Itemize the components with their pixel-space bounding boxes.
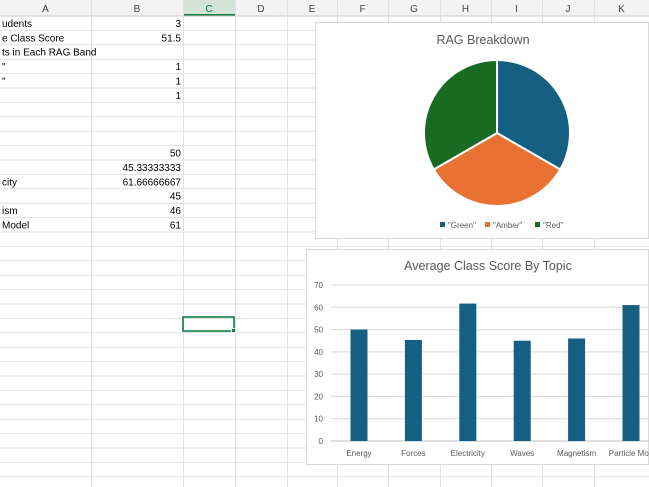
column-header-J[interactable]: J — [566, 4, 571, 15]
cell-b-13[interactable]: 45 — [170, 192, 182, 203]
bar-6[interactable] — [622, 305, 640, 441]
x-tick-3: Electricity — [451, 449, 485, 458]
bar-5[interactable] — [568, 338, 586, 441]
column-header-F[interactable]: F — [359, 4, 365, 15]
cell-b-5[interactable]: 1 — [175, 77, 181, 88]
fill-handle[interactable] — [231, 328, 236, 333]
cell-b-15[interactable]: 61 — [170, 221, 182, 232]
legend-swatch-2 — [485, 222, 490, 227]
legend-label-1: "Green" — [448, 221, 476, 230]
bar-3[interactable] — [459, 303, 477, 441]
y-tick-30: 30 — [314, 370, 323, 379]
legend-label-2: "Amber" — [493, 221, 522, 230]
legend-swatch-3 — [535, 222, 540, 227]
cell-a-12[interactable]: city — [2, 177, 17, 188]
cell-a-4[interactable]: " — [2, 62, 6, 73]
column-header-A[interactable]: A — [42, 4, 49, 15]
pie-chart-svg: RAG Breakdown "Green" "Amber" "Red" — [423, 33, 571, 230]
cell-a-2[interactable]: e Class Score — [2, 33, 65, 44]
column-header-C[interactable]: C — [205, 4, 212, 15]
y-tick-0: 0 — [319, 437, 324, 446]
cell-a-15[interactable]: Model — [2, 221, 29, 232]
cell-b-12[interactable]: 61.66666667 — [123, 177, 182, 188]
y-tick-70: 70 — [314, 281, 323, 290]
rag-breakdown-chart[interactable]: RAG Breakdown "Green" "Amber" "Red" — [315, 22, 649, 239]
bar-chart-title: Average Class Score By Topic — [404, 259, 572, 273]
cell-b-6[interactable]: 1 — [175, 91, 181, 102]
y-tick-40: 40 — [314, 348, 323, 357]
x-tick-1: Energy — [346, 449, 371, 458]
bar-chart-svg: Average Class Score By Topic 0 10 20 30 40 50 6… — [314, 259, 649, 458]
x-tick-2: Forces — [401, 449, 425, 458]
y-tick-20: 20 — [314, 392, 323, 401]
active-cell-selection[interactable] — [182, 316, 235, 332]
x-tick-5: Magnetism — [557, 449, 596, 458]
legend-swatch-1 — [440, 222, 445, 227]
column-header-H[interactable]: H — [462, 4, 469, 15]
x-tick-4: Waves — [510, 449, 534, 458]
y-tick-50: 50 — [314, 326, 323, 335]
column-header-E[interactable]: E — [309, 4, 316, 15]
y-tick-10: 10 — [314, 415, 323, 424]
x-tick-6: Particle Mod — [609, 449, 649, 458]
cell-b-10[interactable]: 50 — [170, 149, 182, 160]
pie-chart-title: RAG Breakdown — [436, 33, 529, 47]
bar-2[interactable] — [404, 339, 422, 441]
cell-a-1[interactable]: udents — [2, 19, 32, 30]
legend-label-3: "Red" — [543, 221, 564, 230]
cell-b-11[interactable]: 45.33333333 — [123, 163, 182, 174]
cell-b-2[interactable]: 51.5 — [162, 33, 182, 44]
column-header-K[interactable]: K — [618, 4, 625, 15]
bar-4[interactable] — [513, 340, 531, 441]
cell-a-14[interactable]: ism — [2, 206, 18, 217]
cell-b-4[interactable]: 1 — [175, 62, 181, 73]
column-header-B[interactable]: B — [134, 4, 141, 15]
column-header-I[interactable]: I — [515, 4, 518, 15]
column-header-D[interactable]: D — [257, 4, 264, 15]
average-score-chart[interactable]: Average Class Score By Topic 0 10 20 30 40 50 6… — [306, 249, 649, 465]
cell-b-1[interactable]: 3 — [175, 19, 181, 30]
column-header-G[interactable]: G — [410, 4, 418, 15]
cell-b-14[interactable]: 46 — [170, 206, 182, 217]
bar-1[interactable] — [350, 329, 368, 441]
y-tick-60: 60 — [314, 303, 323, 312]
cell-a-5[interactable]: " — [2, 77, 6, 88]
column-header-bar — [0, 0, 649, 16]
cell-a-3[interactable]: ts in Each RAG Band — [2, 48, 97, 59]
